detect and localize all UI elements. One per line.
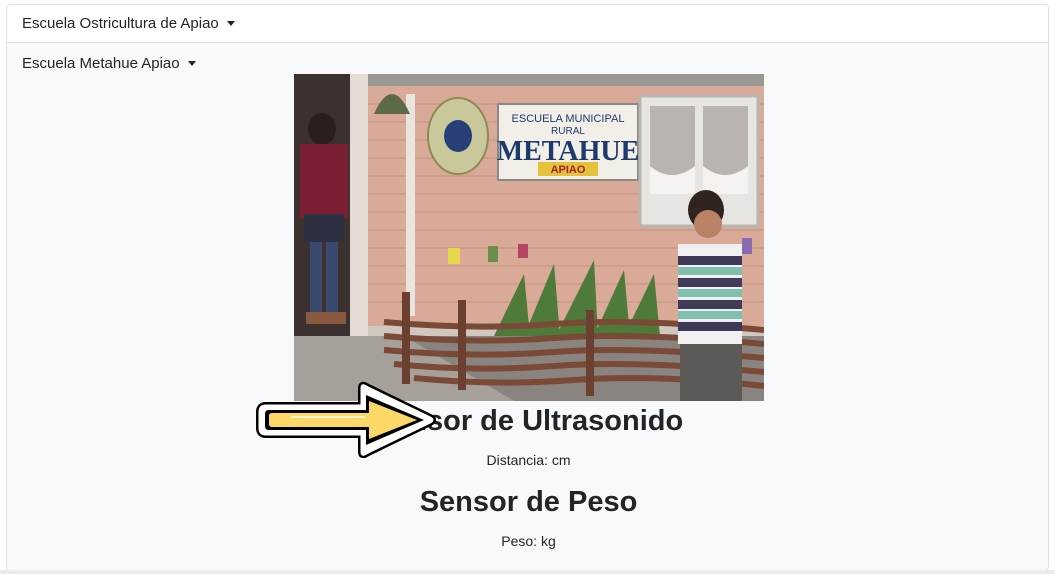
accordion-header-label: Escuela Ostricultura de Apiao [22, 15, 219, 32]
ultrasonic-sensor-title: Sensor de Ultrasonido [373, 405, 684, 437]
caret-down-icon [187, 60, 196, 66]
yellow-arrow-icon [252, 378, 437, 459]
school-accordion: Escuela Ostricultura de Apiao Escuela Me… [6, 4, 1049, 571]
accordion-panel-metahue: Escuela Metahue Apiao ESCUELA MUNICIPAL … [7, 43, 1048, 570]
page-bottom-divider [0, 570, 1055, 574]
sign-line-1: ESCUELA MUNICIPAL [512, 113, 625, 125]
accordion-header-ostricultura[interactable]: Escuela Ostricultura de Apiao [7, 5, 1048, 43]
weight-reading: Peso: kg [501, 533, 556, 549]
sign-line-4: APIAO [551, 164, 586, 176]
accordion-header-label: Escuela Metahue Apiao [22, 54, 180, 72]
weight-sensor-title: Sensor de Peso [419, 486, 638, 518]
caret-down-icon [226, 21, 235, 26]
school-photo: ESCUELA MUNICIPAL RURAL METAHUE APIAO [294, 74, 764, 401]
distance-reading: Distancia: cm [486, 452, 571, 468]
